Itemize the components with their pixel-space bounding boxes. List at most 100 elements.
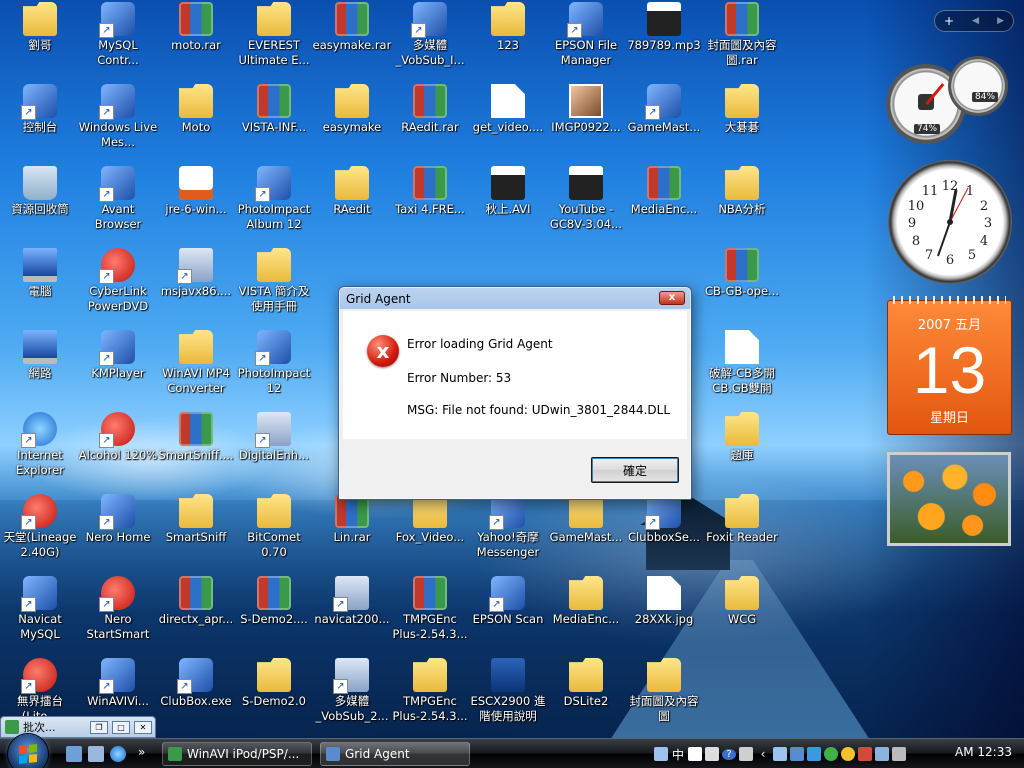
desktop-icon[interactable]: 資源回收筒	[0, 164, 80, 244]
start-button[interactable]	[8, 734, 48, 768]
desktop-icon[interactable]: msjavx86....	[156, 246, 236, 326]
desktop-icon[interactable]: 大碁碁	[702, 82, 782, 162]
desktop-icon[interactable]: 劉哥	[0, 0, 80, 80]
ime-mode-icon[interactable]	[688, 747, 702, 761]
tray-sync-icon[interactable]	[824, 747, 838, 761]
desktop-icon[interactable]: 電腦	[0, 246, 80, 326]
desktop-icon[interactable]: DigitalEnh...	[234, 410, 314, 490]
desktop-icon[interactable]: GameMast...	[546, 492, 626, 572]
desktop-icon[interactable]: EVEREST Ultimate E...	[234, 0, 314, 80]
calendar-gadget[interactable]: 2007 五月 13 星期日	[887, 296, 1012, 435]
desktop-icon[interactable]: SmartSniff	[156, 492, 236, 572]
desktop-icon[interactable]: navicat200...	[312, 574, 392, 654]
desktop-icon[interactable]: 控制台	[0, 82, 80, 162]
tray-security-icon[interactable]	[858, 747, 872, 761]
desktop-icon[interactable]: Nero StartSmart	[78, 574, 158, 654]
tray-monitor-icon[interactable]	[790, 747, 804, 761]
desktop-icon[interactable]: EPSON Scan	[468, 574, 548, 654]
desktop-icon[interactable]: Alcohol 120%	[78, 410, 158, 490]
desktop-icon[interactable]: Yahoo!奇摩 Messenger	[468, 492, 548, 572]
desktop-icon[interactable]: 123	[468, 0, 548, 80]
ok-button[interactable]: 確定	[591, 457, 679, 483]
desktop-icon[interactable]: ClubboxSe...	[624, 492, 704, 572]
desktop-icon[interactable]: WinAVI MP4 Converter	[156, 328, 236, 408]
desktop-icon[interactable]: Internet Explorer	[0, 410, 80, 490]
desktop-icon[interactable]: 封面圖及內容圖	[624, 656, 704, 736]
desktop-icon[interactable]: Fox_Video...	[390, 492, 470, 572]
add-gadget-icon[interactable]: +	[944, 14, 954, 28]
desktop-icon[interactable]: MediaEnc...	[624, 164, 704, 244]
desktop-icon[interactable]: 天堂(Lineage 2.40G)	[0, 492, 80, 572]
desktop-icon[interactable]: DSLite2	[546, 656, 626, 736]
slideshow-gadget[interactable]	[887, 452, 1011, 546]
desktop-icon[interactable]: PhotoImpact 12	[234, 328, 314, 408]
ime-pad-icon[interactable]	[705, 747, 719, 761]
next-gadget-icon[interactable]: ▶	[997, 16, 1004, 26]
desktop-icon[interactable]: S-Demo2....	[234, 574, 314, 654]
desktop-icon[interactable]: IMGP0922...	[546, 82, 626, 162]
desktop-icon[interactable]: 789789.mp3	[624, 0, 704, 80]
desktop-icon[interactable]: ESCX2900 進階使用說明	[468, 656, 548, 736]
desktop-icon[interactable]: 28XXk.jpg	[624, 574, 704, 654]
dialog-titlebar[interactable]: Grid Agent	[339, 287, 691, 311]
desktop-icon[interactable]: MySQL Contr...	[78, 0, 158, 80]
dialog-close-button[interactable]: x	[659, 291, 685, 305]
clock-gadget[interactable]: 12 1 2 345 678 9 10 11	[888, 160, 1012, 284]
desktop-icon[interactable]: get_video....	[468, 82, 548, 162]
desktop-icon[interactable]: moto.rar	[156, 0, 236, 80]
desktop-icon[interactable]: RAedit.rar	[390, 82, 470, 162]
help-icon[interactable]: ?	[722, 748, 736, 760]
desktop-icon[interactable]: Foxit Reader	[702, 492, 782, 572]
desktop-icon[interactable]: 秋上.AVI	[468, 164, 548, 244]
tray-network-icon[interactable]	[773, 747, 787, 761]
cpu-meter-gadget[interactable]: 74% 84%	[886, 56, 1014, 146]
tray-app-icon[interactable]	[654, 747, 668, 761]
tray-volume-icon[interactable]	[892, 747, 906, 761]
desktop-icon[interactable]: KMPlayer	[78, 328, 158, 408]
close-button[interactable]: ✕	[134, 720, 152, 734]
desktop-icon[interactable]: GameMast...	[624, 82, 704, 162]
desktop-icon[interactable]: PhotoImpact Album 12	[234, 164, 314, 244]
desktop-icon[interactable]: 破解-CB多開 CB.GB雙開	[702, 328, 782, 408]
desktop-icon[interactable]: Lin.rar	[312, 492, 392, 572]
show-desktop-icon[interactable]	[66, 746, 82, 762]
tray-messenger-icon[interactable]	[841, 747, 855, 761]
prev-gadget-icon[interactable]: ◀	[972, 16, 979, 26]
taskbar-button-winavi[interactable]: WinAVI iPod/PSP/...	[162, 742, 312, 766]
tray-media-icon[interactable]	[807, 747, 821, 761]
desktop-icon[interactable]: ClubBox.exe	[156, 656, 236, 736]
desktop-icon[interactable]: WCG	[702, 574, 782, 654]
desktop-icon[interactable]: 網路	[0, 328, 80, 408]
desktop-icon[interactable]: directx_apr...	[156, 574, 236, 654]
tray-expand-icon[interactable]: ‹	[756, 747, 770, 761]
desktop-icon[interactable]: jre-6-win...	[156, 164, 236, 244]
taskbar-clock[interactable]: AM 12:33	[955, 745, 1012, 759]
desktop-icon[interactable]: 題庫	[702, 410, 782, 490]
desktop-icon[interactable]: easymake	[312, 82, 392, 162]
quicklaunch-more-icon[interactable]: »	[138, 745, 145, 759]
desktop-icon[interactable]: NBA分析	[702, 164, 782, 244]
desktop-icon[interactable]: TMPGEnc Plus-2.54.3...	[390, 574, 470, 654]
switch-windows-icon[interactable]	[88, 746, 104, 762]
desktop-icon[interactable]: 封面圖及內容圖.rar	[702, 0, 782, 80]
desktop-icon[interactable]: RAedit	[312, 164, 392, 244]
desktop-icon[interactable]: Nero Home	[78, 492, 158, 572]
desktop-icon[interactable]: VISTA-INF...	[234, 82, 314, 162]
desktop-icon[interactable]: BitComet 0.70	[234, 492, 314, 572]
desktop-icon[interactable]: EPSON File Manager	[546, 0, 626, 80]
desktop-icon[interactable]: CB-GB-ope...	[702, 246, 782, 326]
desktop-icon[interactable]: Avant Browser	[78, 164, 158, 244]
desktop-icon[interactable]: Navicat MySQL	[0, 574, 80, 654]
desktop-icon[interactable]: MediaEnc...	[546, 574, 626, 654]
desktop-icon[interactable]: Taxi 4.FRE...	[390, 164, 470, 244]
desktop-icon[interactable]: Moto	[156, 82, 236, 162]
desktop-icon[interactable]: 多媒體 _VobSub_I...	[390, 0, 470, 80]
desktop-icon[interactable]: CyberLink PowerDVD	[78, 246, 158, 326]
tray-network-status-icon[interactable]	[875, 747, 889, 761]
desktop-icon[interactable]: easymake.rar	[312, 0, 392, 80]
maximize-button[interactable]: □	[112, 720, 130, 734]
ime-indicator[interactable]: 中	[671, 746, 685, 763]
desktop-icon[interactable]: YouTube - GC8V-3.04...	[546, 164, 626, 244]
desktop-icon[interactable]: Windows Live Mes...	[78, 82, 158, 162]
taskbar-button-grid-agent[interactable]: Grid Agent	[320, 742, 470, 766]
